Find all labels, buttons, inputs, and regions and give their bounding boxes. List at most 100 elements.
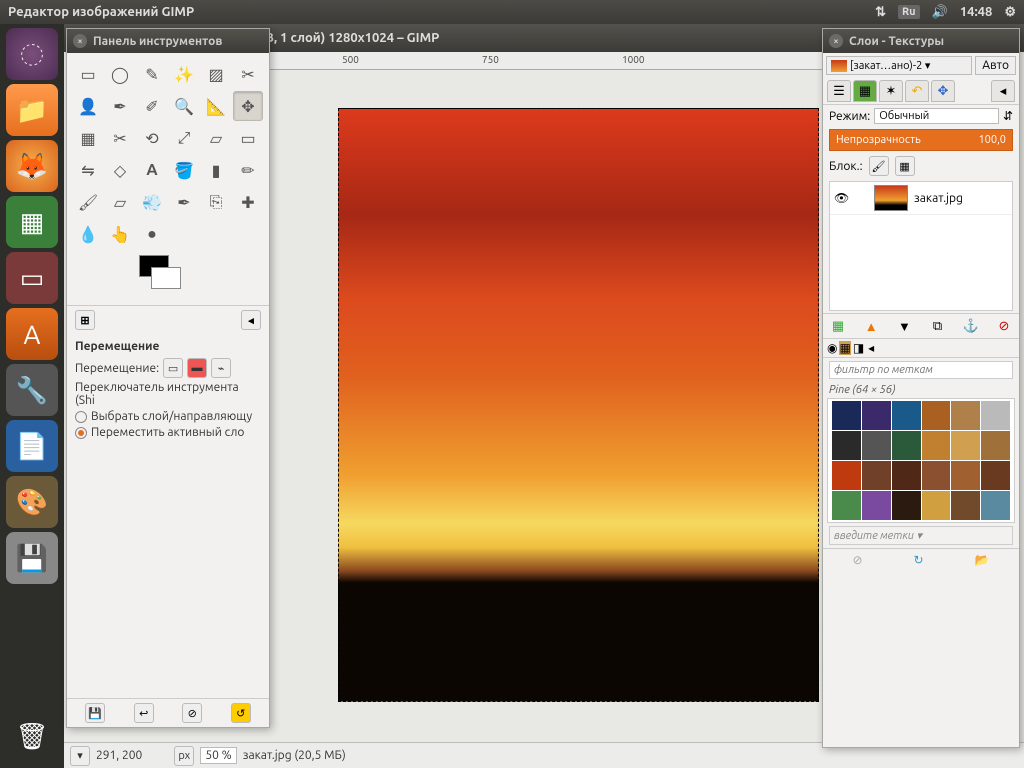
layers-titlebar[interactable]: × Слои - Текстуры <box>823 29 1019 53</box>
tool-blur[interactable]: 💧 <box>73 219 103 249</box>
tab-paths-icon[interactable]: ✶ <box>879 80 903 102</box>
tool-rotate[interactable]: ⟲ <box>137 123 167 153</box>
color-swatch[interactable] <box>67 255 269 305</box>
tool-perspective[interactable]: ▭ <box>233 123 263 153</box>
launcher-settings[interactable]: 🔧 <box>6 364 58 416</box>
options-tab-icon[interactable]: ⊞ <box>75 310 95 330</box>
mode-select[interactable]: Обычный <box>874 108 999 124</box>
tool-shear[interactable]: ▱ <box>201 123 231 153</box>
texture-swatch[interactable] <box>892 461 921 490</box>
tool-bucket[interactable]: 🪣 <box>169 155 199 185</box>
tool-paths[interactable]: ✒ <box>105 91 135 121</box>
background-color[interactable] <box>151 267 181 289</box>
tab-menu-icon[interactable]: ◂ <box>991 80 1015 102</box>
tool-ellipse-select[interactable]: ◯ <box>105 59 135 89</box>
texture-tag-input[interactable]: введите метки ▾ <box>829 526 1013 545</box>
opacity-slider[interactable]: Непрозрачность 100,0 <box>829 129 1013 151</box>
radio-pick-layer[interactable] <box>75 411 87 423</box>
texture-swatch[interactable] <box>922 431 951 460</box>
texture-open-icon[interactable]: 📂 <box>975 553 990 567</box>
launcher-software-center[interactable]: A <box>6 308 58 360</box>
launcher-files[interactable]: 📁 <box>6 84 58 136</box>
launcher-impress[interactable]: ▭ <box>6 252 58 304</box>
tool-cage[interactable]: ◇ <box>105 155 135 185</box>
launcher-calc[interactable]: ▦ <box>6 196 58 248</box>
tab-brushes-icon[interactable]: ◉ <box>827 341 837 355</box>
texture-swatch[interactable] <box>922 491 951 520</box>
options-menu-icon[interactable]: ◂ <box>241 310 261 330</box>
tool-fuzzy-select[interactable]: ✨ <box>169 59 199 89</box>
texture-swatch[interactable] <box>951 431 980 460</box>
network-icon[interactable]: ⇅ <box>875 5 886 20</box>
texture-edit-icon[interactable]: ⊘ <box>852 553 862 567</box>
tab-move-icon[interactable]: ✥ <box>931 80 955 102</box>
launcher-dash[interactable]: ◌ <box>6 28 58 80</box>
layer-list[interactable]: 👁 закат.jpg <box>829 181 1013 311</box>
texture-swatch[interactable] <box>951 401 980 430</box>
tab-undo-icon[interactable]: ↶ <box>905 80 929 102</box>
options-save-icon[interactable]: 💾 <box>85 703 105 723</box>
canvas-image[interactable] <box>338 108 819 702</box>
tool-scale[interactable]: ⤢ <box>169 123 199 153</box>
texture-swatch[interactable] <box>981 401 1010 430</box>
texture-swatch[interactable] <box>832 431 861 460</box>
tool-eraser[interactable]: ▱ <box>105 187 135 217</box>
tool-align[interactable]: ▦ <box>73 123 103 153</box>
lower-layer-icon[interactable]: ▼ <box>895 317 913 335</box>
auto-button[interactable]: Авто <box>975 56 1016 75</box>
close-icon[interactable]: × <box>829 34 843 48</box>
tool-zoom[interactable]: 🔍 <box>169 91 199 121</box>
radio-move-active[interactable] <box>75 427 87 439</box>
texture-swatch[interactable] <box>862 431 891 460</box>
tool-move[interactable]: ✥ <box>233 91 263 121</box>
tool-measure[interactable]: 📐 <box>201 91 231 121</box>
move-mode-path-icon[interactable]: ⌁ <box>211 358 231 378</box>
launcher-gimp[interactable]: 🎨 <box>6 476 58 528</box>
tool-text[interactable]: A <box>137 155 167 185</box>
tool-crop[interactable]: ✂ <box>105 123 135 153</box>
session-gear-icon[interactable]: ⚙ <box>1004 5 1016 20</box>
tool-airbrush[interactable]: 💨 <box>137 187 167 217</box>
texture-swatch[interactable] <box>922 461 951 490</box>
layer-thumbnail[interactable] <box>874 185 908 211</box>
launcher-trash[interactable]: 🗑 <box>6 710 58 762</box>
move-mode-layer-icon[interactable]: ▭ <box>163 358 183 378</box>
tool-rect-select[interactable]: ▭ <box>73 59 103 89</box>
duplicate-layer-icon[interactable]: ⧉ <box>929 317 947 335</box>
tab-menu-icon[interactable]: ◂ <box>868 341 874 355</box>
lock-pixels-icon[interactable]: 🖌 <box>869 156 889 176</box>
texture-swatch[interactable] <box>981 491 1010 520</box>
statusbar-unit[interactable]: px <box>174 746 194 766</box>
texture-swatch[interactable] <box>922 401 951 430</box>
zoom-level[interactable]: 50 % <box>200 747 236 764</box>
texture-swatch[interactable] <box>951 461 980 490</box>
chevron-down-icon[interactable]: ⇵ <box>1003 109 1013 123</box>
texture-swatch[interactable] <box>892 401 921 430</box>
lock-alpha-icon[interactable]: ▦ <box>895 156 915 176</box>
tool-free-select[interactable]: ✎ <box>137 59 167 89</box>
texture-swatch[interactable] <box>892 431 921 460</box>
anchor-layer-icon[interactable]: ⚓ <box>962 317 980 335</box>
texture-filter-input[interactable] <box>829 361 1013 379</box>
tool-ink[interactable]: ✒ <box>169 187 199 217</box>
texture-swatch[interactable] <box>951 491 980 520</box>
tool-flip[interactable]: ⇋ <box>73 155 103 185</box>
tab-channels-icon[interactable]: ▦ <box>853 80 877 102</box>
options-restore-icon[interactable]: ↩ <box>134 703 154 723</box>
options-reset-icon[interactable]: ↺ <box>231 703 251 723</box>
tool-heal[interactable]: ✚ <box>233 187 263 217</box>
delete-layer-icon[interactable]: ⊘ <box>995 317 1013 335</box>
visibility-eye-icon[interactable]: 👁 <box>834 191 850 205</box>
tab-layers-icon[interactable]: ☰ <box>827 80 851 102</box>
toolbox-titlebar[interactable]: × Панель инструментов <box>67 29 269 53</box>
statusbar-menu-icon[interactable]: ▾ <box>70 746 90 766</box>
keyboard-layout-indicator[interactable]: Ru <box>898 5 920 19</box>
tab-patterns-icon[interactable]: ▦ <box>839 341 850 355</box>
tool-smudge[interactable]: 👆 <box>105 219 135 249</box>
tool-dodge[interactable]: ● <box>137 219 167 249</box>
texture-filter[interactable] <box>829 361 1013 379</box>
texture-refresh-icon[interactable]: ↻ <box>914 553 924 567</box>
sound-icon[interactable]: 🔊 <box>932 5 948 20</box>
tool-blend[interactable]: ▮ <box>201 155 231 185</box>
texture-swatch[interactable] <box>832 491 861 520</box>
